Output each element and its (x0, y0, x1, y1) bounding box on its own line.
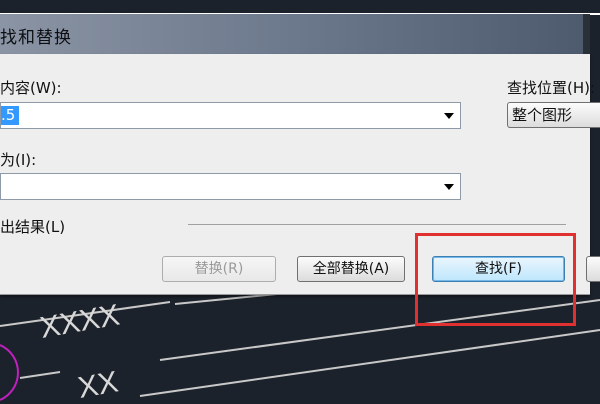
dialog-titlebar[interactable]: 找和替换 (0, 14, 590, 54)
dialog-title: 找和替换 (0, 28, 72, 48)
extra-button[interactable] (586, 256, 600, 282)
find-combobox[interactable]: .5 (0, 102, 461, 129)
annotation-xx: XX (75, 365, 120, 404)
replace-button[interactable]: 替换(R) (162, 256, 276, 282)
results-divider (188, 224, 566, 225)
cad-line-4 (139, 329, 600, 397)
replace-combobox[interactable] (0, 173, 461, 200)
find-value[interactable]: .5 (1, 106, 20, 125)
replace-all-button[interactable]: 全部替换(A) (297, 256, 405, 282)
magenta-arc (0, 344, 20, 401)
location-value: 整个图形 (512, 106, 573, 124)
results-label[interactable]: 出结果(L) (0, 216, 65, 237)
find-label: 内容(W): (0, 79, 62, 97)
chevron-down-icon[interactable] (444, 184, 454, 190)
chevron-down-icon[interactable] (444, 113, 454, 119)
highlight-box (415, 233, 576, 326)
replace-label: 为(I): (0, 151, 37, 169)
annotation-xxxx: XXXX (37, 298, 122, 344)
location-dropdown[interactable]: 整个图形 (507, 102, 600, 128)
location-label: 查找位置(H): (507, 79, 596, 97)
cad-line-5 (19, 371, 61, 379)
